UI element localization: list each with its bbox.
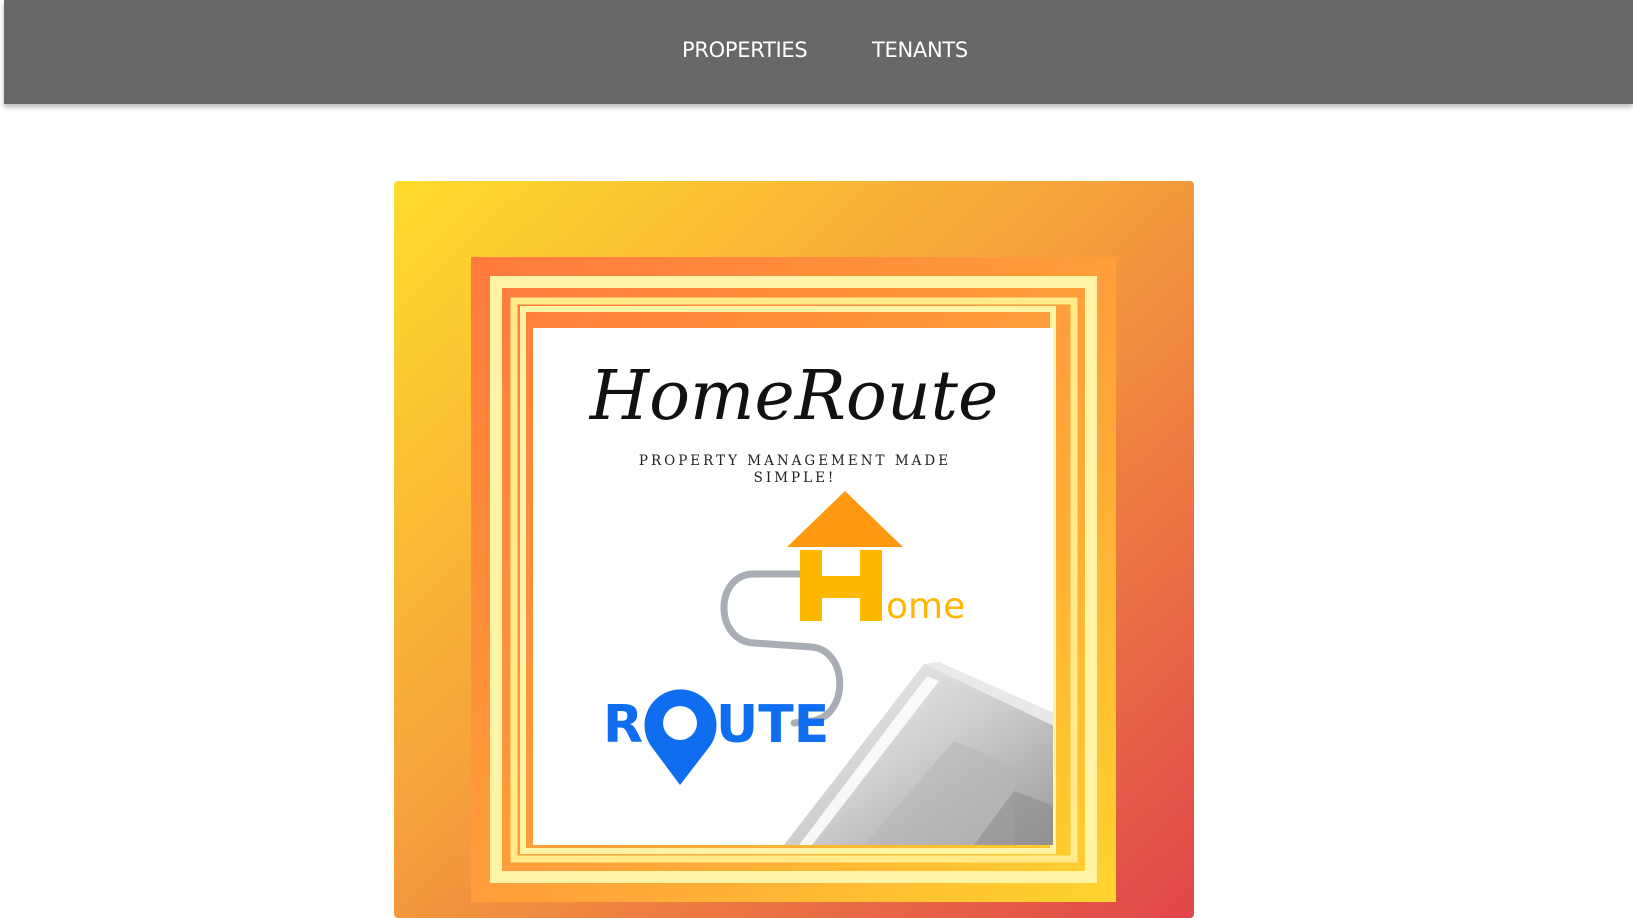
logo-artwork: HomeRoute PROPERTY MANAGEMENT MADE SIMPL…	[394, 181, 1194, 918]
nav-link-tenants[interactable]: TENANTS	[872, 38, 968, 62]
route-letters-ute: UTE	[716, 695, 829, 755]
homeroute-logo-image: HomeRoute PROPERTY MANAGEMENT MADE SIMPL…	[394, 181, 1194, 918]
logo-tagline-line1: PROPERTY MANAGEMENT MADE	[639, 453, 951, 469]
logo-title-text: HomeRoute	[588, 357, 998, 436]
top-navbar: PROPERTIES TENANTS	[4, 0, 1633, 104]
home-word-text: ome	[886, 586, 965, 627]
nav-link-properties[interactable]: PROPERTIES	[682, 38, 808, 62]
route-letter-r: R	[603, 695, 643, 755]
logo-tagline-line2: SIMPLE!	[754, 470, 837, 486]
